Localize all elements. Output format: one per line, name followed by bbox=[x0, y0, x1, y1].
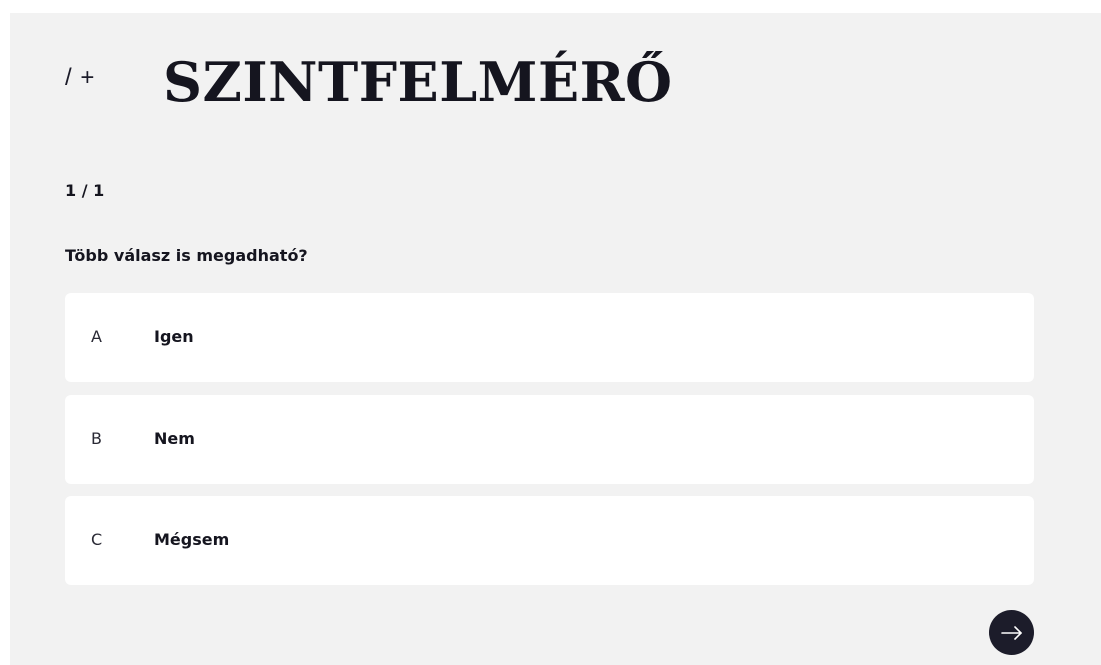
next-button[interactable] bbox=[989, 610, 1034, 655]
option-letter: C bbox=[91, 530, 103, 549]
question-counter: 1 / 1 bbox=[65, 181, 105, 200]
arrow-right-icon bbox=[1000, 625, 1022, 640]
quiz-panel: / + SZINTFELMÉRŐ 1 / 1 Több válasz is me… bbox=[10, 13, 1101, 665]
option-label: Igen bbox=[154, 327, 194, 346]
option-letter: A bbox=[91, 327, 102, 346]
option-letter: B bbox=[91, 429, 102, 448]
question-text: Több válasz is megadható? bbox=[65, 246, 308, 265]
answer-option-c[interactable]: C Mégsem bbox=[65, 496, 1034, 585]
page-title: SZINTFELMÉRŐ bbox=[163, 50, 673, 114]
option-label: Mégsem bbox=[154, 530, 230, 549]
option-label: Nem bbox=[154, 429, 195, 448]
header: / + SZINTFELMÉRŐ bbox=[10, 13, 1101, 163]
brand-mark[interactable]: / + bbox=[65, 64, 95, 92]
answer-option-a[interactable]: A Igen bbox=[65, 293, 1034, 382]
answer-option-b[interactable]: B Nem bbox=[65, 395, 1034, 484]
